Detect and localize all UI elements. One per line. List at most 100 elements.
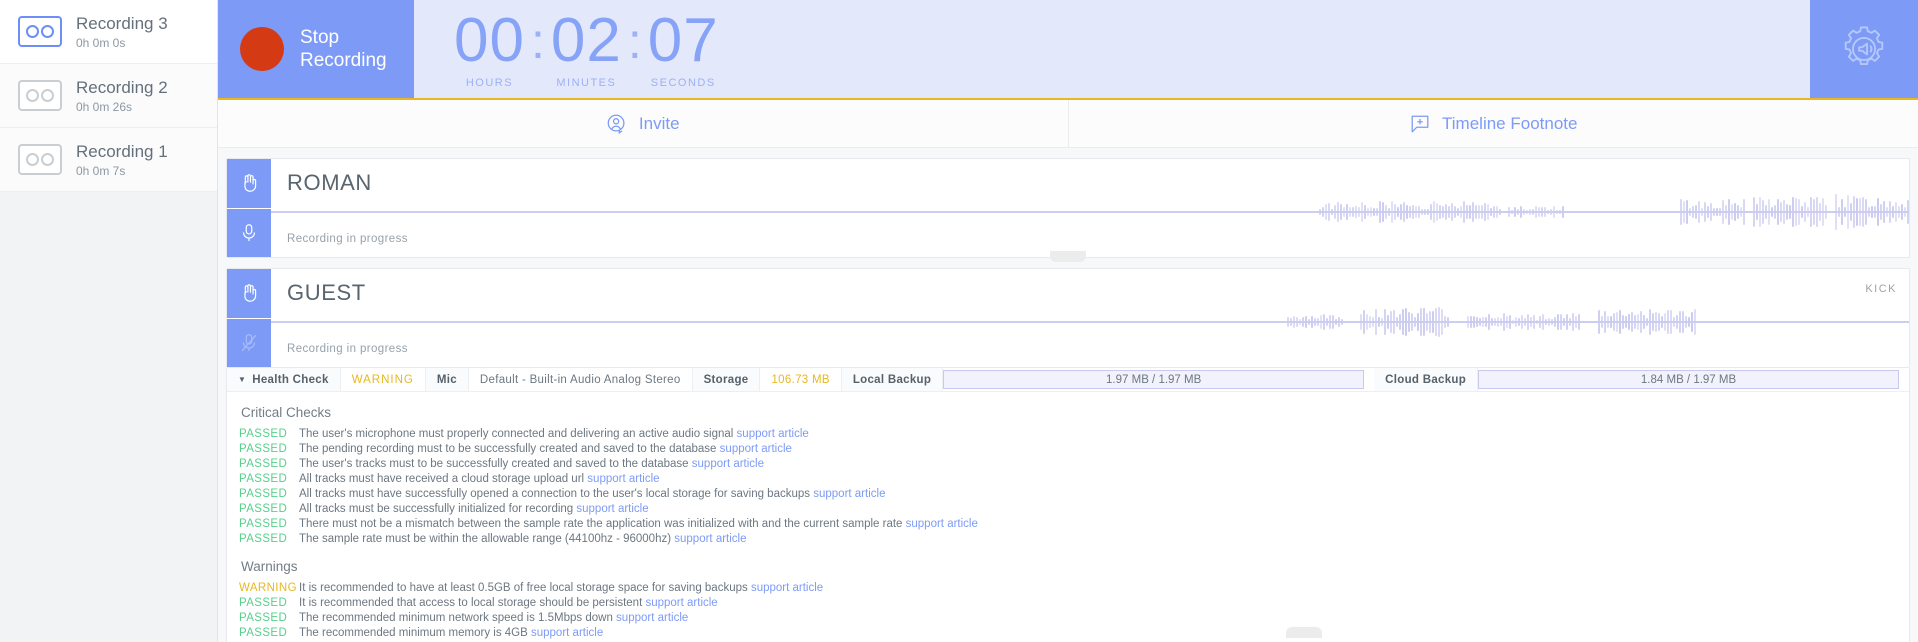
chevron-down-icon: ▼ — [238, 375, 247, 384]
timer-seconds-label: SECONDS — [650, 76, 716, 89]
health-check-status: WARNING — [340, 368, 426, 391]
raise-hand-button[interactable] — [227, 269, 271, 318]
track-guest: GUEST KICK Recording in progress — [226, 268, 1910, 368]
local-backup-progress: 1.97 MB / 1.97 MB — [943, 370, 1365, 389]
support-article-link[interactable]: support article — [720, 443, 792, 455]
app-root: Recording 3 0h 0m 0s Recording 2 0h 0m 26s R… — [0, 0, 1918, 642]
check-text: The recommended minimum network speed is… — [299, 611, 688, 626]
record-dot-icon — [240, 27, 284, 71]
track-waveform-area[interactable]: ROMAN Recording in progress — [271, 159, 1909, 257]
track-kick-label: KICK — [1865, 283, 1897, 295]
mic-toggle-button[interactable] — [227, 317, 271, 367]
recordings-list: Recording 3 0h 0m 0s Recording 2 0h 0m 26s R… — [0, 0, 217, 192]
track-controls — [227, 269, 271, 367]
timeline-footnote-button[interactable]: Timeline Footnote — [1069, 100, 1918, 147]
recording-list-item[interactable]: Recording 2 0h 0m 26s — [0, 64, 217, 128]
invite-button[interactable]: Invite — [218, 100, 1069, 147]
support-article-link[interactable]: support article — [576, 503, 648, 515]
audio-settings-button[interactable] — [1810, 0, 1918, 98]
recording-duration: 0h 0m 7s — [76, 163, 126, 178]
timer-minutes-label: MINUTES — [556, 76, 617, 89]
timeline-body: ROMAN Recording in progress GUEST KICK R… — [218, 148, 1918, 642]
recording-title: Recording 2 — [76, 77, 168, 97]
support-article-link[interactable]: support article — [587, 473, 659, 485]
mic-toggle-button[interactable] — [227, 207, 271, 257]
bar-spacer-end — [1899, 368, 1909, 391]
support-article-link[interactable]: support article — [737, 428, 809, 440]
health-check-row: PASSED All tracks must have received a cl… — [239, 472, 1897, 487]
health-check-row: PASSED All tracks must be successfully in… — [239, 502, 1897, 517]
track-waveform-area[interactable]: GUEST KICK Recording in progress — [271, 269, 1909, 367]
mic-label: Mic — [425, 368, 469, 391]
check-status: PASSED — [239, 627, 288, 639]
recording-header: Stop Recording 00 HOURS : 02 MINUTES : 0… — [218, 0, 1918, 100]
stop-recording-button[interactable]: Stop Recording — [218, 0, 414, 98]
track-status: Recording in progress — [287, 233, 408, 245]
check-text: The pending recording must to be success… — [299, 442, 792, 457]
recording-list-item[interactable]: Recording 1 0h 0m 7s — [0, 128, 217, 192]
check-description: The user's tracks must to be successfull… — [299, 458, 689, 470]
critical-checks-list: PASSED The user's microphone must properl… — [239, 427, 1897, 547]
health-check-row: PASSED The recommended minimum memory is … — [239, 626, 1897, 641]
support-article-link[interactable]: support article — [751, 582, 823, 594]
recording-duration: 0h 0m 0s — [76, 35, 126, 50]
check-text: The sample rate must be within the allow… — [299, 532, 747, 547]
track-resize-handle[interactable] — [1050, 251, 1086, 262]
storage-value: 106.73 MB — [760, 368, 842, 391]
cassette-icon — [18, 144, 62, 175]
check-description: The sample rate must be within the allow… — [299, 533, 672, 545]
support-article-link[interactable]: support article — [531, 627, 603, 639]
bar-spacer — [1364, 368, 1374, 391]
check-status: PASSED — [239, 428, 288, 440]
health-check-row: WARNING It is recommended to have at leas… — [239, 581, 1897, 596]
timer-minutes: 02 MINUTES — [551, 9, 622, 89]
support-article-link[interactable]: support article — [813, 488, 885, 500]
support-article-link[interactable]: support article — [906, 518, 978, 530]
health-check-row: PASSED The recommended minimum network sp… — [239, 611, 1897, 626]
health-check-toggle[interactable]: ▼ Health Check — [227, 368, 341, 391]
check-text: It is recommended to have at least 0.5GB… — [299, 581, 823, 596]
recording-meta: Recording 3 0h 0m 0s — [76, 14, 168, 50]
health-check-row: PASSED The pending recording must to be s… — [239, 442, 1897, 457]
storage-label: Storage — [692, 368, 761, 391]
panel-resize-handle[interactable] — [1286, 627, 1322, 638]
cassette-icon — [18, 16, 62, 47]
check-description: There must not be a mismatch between the… — [299, 518, 903, 530]
recordings-sidebar: Recording 3 0h 0m 0s Recording 2 0h 0m 26s R… — [0, 0, 218, 642]
recording-list-item[interactable]: Recording 3 0h 0m 0s — [0, 0, 217, 64]
hand-icon — [244, 284, 257, 303]
health-check-panel: ▼ Health Check WARNING Mic Default - Bui… — [226, 368, 1910, 642]
support-article-link[interactable]: support article — [674, 533, 746, 545]
check-description: All tracks must be successfully initiali… — [299, 503, 574, 515]
recording-meta: Recording 2 0h 0m 26s — [76, 78, 168, 114]
health-check-details: Critical Checks PASSED The user's microph… — [227, 392, 1909, 642]
health-check-row: PASSED The sample rate must be within the… — [239, 532, 1897, 547]
check-text: All tracks must be successfully initiali… — [299, 502, 649, 517]
timer-hours-value: 00 — [454, 5, 525, 75]
health-check-bar: ▼ Health Check WARNING Mic Default - Bui… — [227, 368, 1909, 392]
timeline-footnote-label: Timeline Footnote — [1442, 113, 1578, 133]
timer-seconds: 07 SECONDS — [648, 9, 719, 89]
check-status: PASSED — [239, 458, 288, 470]
check-status: PASSED — [239, 597, 288, 609]
check-description: The user's microphone must properly conn… — [299, 428, 734, 440]
check-text: There must not be a mismatch between the… — [299, 517, 978, 532]
support-article-link[interactable]: support article — [692, 458, 764, 470]
timer-hours: 00 HOURS — [454, 5, 525, 89]
check-status: PASSED — [239, 612, 288, 624]
check-text: The user's tracks must to be successfull… — [299, 457, 764, 472]
timer-separator-1: : — [530, 12, 545, 69]
check-description: The recommended minimum memory is 4GB — [299, 627, 528, 639]
health-check-row: PASSED All tracks must have successfully … — [239, 487, 1897, 502]
check-description: The recommended minimum network speed is… — [299, 612, 613, 624]
critical-checks-heading: Critical Checks — [241, 405, 332, 420]
mic-value: Default - Built-in Audio Analog Stereo — [468, 368, 693, 391]
cloud-backup-progress: 1.84 MB / 1.97 MB — [1478, 370, 1900, 389]
raise-hand-button[interactable] — [227, 159, 271, 208]
support-article-link[interactable]: support article — [645, 597, 717, 609]
support-article-link[interactable]: support article — [616, 612, 688, 624]
check-status: PASSED — [239, 533, 288, 545]
check-description: It is recommended that access to local s… — [299, 597, 643, 609]
main-panel: Stop Recording 00 HOURS : 02 MINUTES : 0… — [218, 0, 1918, 642]
check-text: All tracks must have received a cloud st… — [299, 472, 660, 487]
